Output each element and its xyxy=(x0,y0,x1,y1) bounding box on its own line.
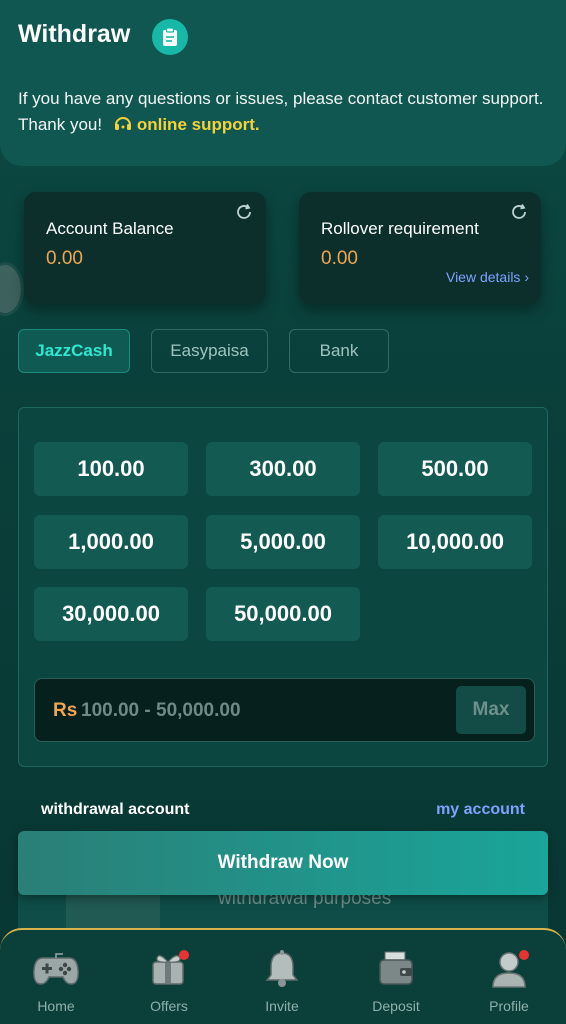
nav-label-profile: Profile xyxy=(489,998,529,1014)
rollover-value: 0.00 xyxy=(321,248,358,269)
notification-dot xyxy=(179,950,189,960)
bell-icon xyxy=(258,946,306,992)
floating-drag-handle[interactable] xyxy=(0,262,24,316)
amount-option[interactable]: 300.00 xyxy=(206,442,360,496)
amount-option[interactable]: 10,000.00 xyxy=(378,515,532,569)
headset-icon[interactable] xyxy=(113,114,133,142)
nav-label-deposit: Deposit xyxy=(372,998,420,1014)
page-title: Withdraw xyxy=(18,20,131,48)
user-icon xyxy=(485,946,533,992)
refresh-icon[interactable] xyxy=(234,202,254,227)
nav-item-profile[interactable]: Profile xyxy=(464,946,554,1020)
gift-icon xyxy=(145,946,193,992)
tab-jazzcash[interactable]: JazzCash xyxy=(18,329,130,373)
currency-label: Rs xyxy=(53,700,78,721)
amount-panel: 100.00 300.00 500.00 1,000.00 5,000.00 1… xyxy=(18,407,548,767)
amount-option[interactable]: 500.00 xyxy=(378,442,532,496)
refresh-icon[interactable] xyxy=(509,202,529,227)
nav-label-offers: Offers xyxy=(150,998,188,1014)
amount-option[interactable]: 1,000.00 xyxy=(34,515,188,569)
nav-item-home[interactable]: Home xyxy=(11,946,101,1020)
rollover-card: Rollover requirement 0.00 View details › xyxy=(299,192,541,304)
nav-label-home: Home xyxy=(37,998,75,1014)
my-account-link[interactable]: my account xyxy=(436,801,525,819)
nav-item-offers[interactable]: Offers xyxy=(124,946,214,1020)
header-card: Withdraw If you have any questions or is… xyxy=(0,0,566,166)
tab-easypaisa[interactable]: Easypaisa xyxy=(151,329,268,373)
bottom-nav: Home Offers Invite Deposit Profile xyxy=(0,928,566,1024)
account-balance-value: 0.00 xyxy=(46,248,83,269)
nav-item-deposit[interactable]: Deposit xyxy=(351,946,441,1020)
amount-placeholder: 100.00 - 50,000.00 xyxy=(81,700,241,721)
account-balance-label: Account Balance xyxy=(46,219,174,238)
amount-option[interactable]: 50,000.00 xyxy=(206,587,360,641)
support-message-text: If you have any questions or issues, ple… xyxy=(18,89,544,134)
withdrawal-account-label: withdrawal account xyxy=(41,801,190,818)
rollover-label: Rollover requirement xyxy=(321,219,479,238)
amount-option[interactable]: 30,000.00 xyxy=(34,587,188,641)
wallet-icon xyxy=(372,946,420,992)
amount-option[interactable]: 100.00 xyxy=(34,442,188,496)
amount-option[interactable]: 5,000.00 xyxy=(206,515,360,569)
chevron-right-icon: › xyxy=(524,269,529,285)
notification-dot xyxy=(519,950,529,960)
nav-item-invite[interactable]: Invite xyxy=(237,946,327,1020)
support-message: If you have any questions or issues, ple… xyxy=(18,86,548,142)
view-details-label: View details xyxy=(445,269,521,285)
support-link-period: . xyxy=(254,115,260,134)
account-balance-card: Account Balance 0.00 xyxy=(24,192,266,304)
online-support-link[interactable]: online support xyxy=(137,115,255,134)
nav-label-invite: Invite xyxy=(265,998,299,1014)
tab-bank[interactable]: Bank xyxy=(289,329,389,373)
view-details-link[interactable]: View details › xyxy=(446,269,529,285)
amount-input[interactable]: Rs 100.00 - 50,000.00 Max xyxy=(34,678,535,742)
max-button[interactable]: Max xyxy=(456,686,526,734)
gamepad-icon xyxy=(32,946,80,992)
clipboard-icon[interactable] xyxy=(152,19,188,55)
withdraw-now-button[interactable]: Withdraw Now xyxy=(18,831,548,895)
